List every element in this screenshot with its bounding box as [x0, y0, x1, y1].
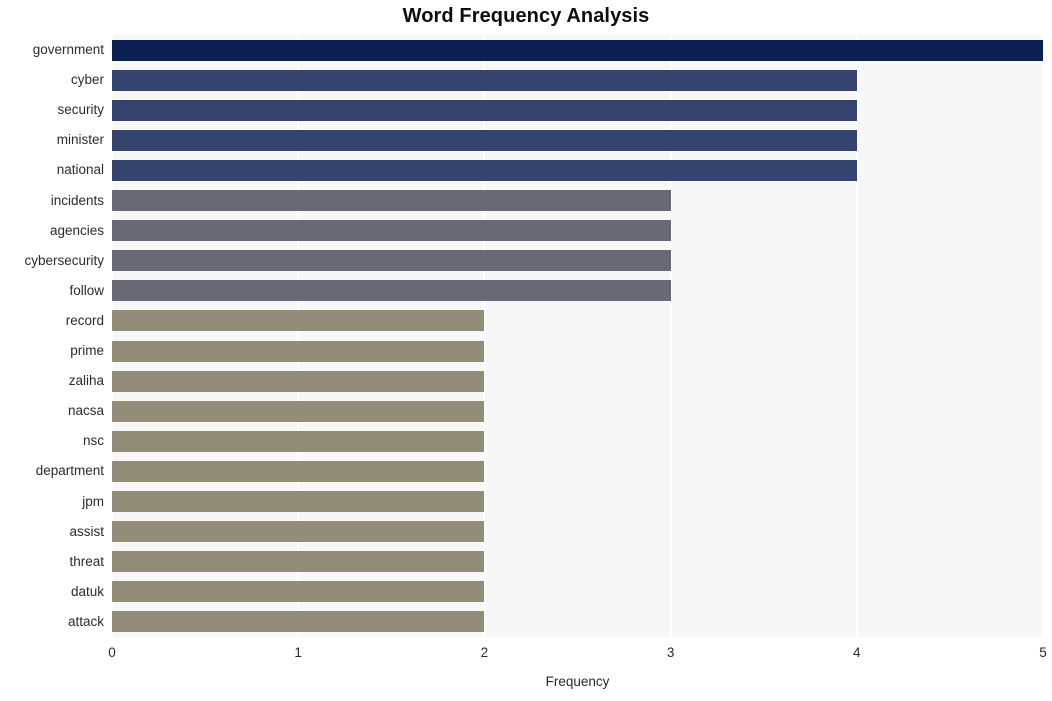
x-tick-label-5: 5 — [1039, 645, 1047, 660]
bar-row — [112, 216, 1043, 246]
x-axis-tick-labels: 0 1 2 3 4 5 — [0, 645, 1052, 665]
y-axis-tick-labels: government cyber security minister national i… — [0, 35, 104, 637]
bar — [112, 521, 485, 543]
y-tick-label-security: security — [57, 102, 104, 118]
y-tick-label-follow: follow — [69, 282, 104, 298]
y-tick-label-assist: assist — [69, 523, 104, 539]
bar — [112, 581, 485, 603]
bar — [112, 611, 485, 633]
bar-row — [112, 547, 1043, 577]
x-tick-label-4: 4 — [853, 645, 861, 660]
y-tick-label-nsc: nsc — [82, 433, 104, 449]
y-tick-label-national: national — [56, 162, 104, 178]
bar — [112, 491, 485, 513]
bar-row — [112, 607, 1043, 637]
x-tick-label-3: 3 — [666, 645, 675, 660]
bar — [112, 129, 857, 151]
plot-area — [111, 35, 1044, 637]
bar — [112, 370, 485, 392]
y-tick-label-cyber: cyber — [70, 72, 104, 88]
y-tick-label-threat: threat — [69, 553, 104, 569]
chart-figure: Word Frequency Analysis government cyber s… — [0, 0, 1052, 701]
bar — [112, 430, 485, 452]
bar-row — [112, 276, 1043, 306]
bar-row — [112, 577, 1043, 607]
bar-row — [112, 125, 1043, 155]
bar-row — [112, 396, 1043, 426]
x-tick-label-1: 1 — [294, 645, 302, 660]
bar — [112, 159, 857, 181]
bar-row — [112, 517, 1043, 547]
y-tick-label-cybersecurity: cybersecurity — [24, 252, 104, 268]
chart-title: Word Frequency Analysis — [402, 5, 650, 27]
bar — [112, 69, 857, 91]
bar — [112, 190, 671, 212]
bar — [112, 400, 485, 422]
bars-layer — [112, 35, 1043, 637]
bar — [112, 310, 485, 332]
bar — [112, 551, 485, 573]
y-tick-label-nacsa: nacsa — [67, 403, 104, 419]
y-tick-label-zaliha: zaliha — [68, 373, 104, 389]
bar — [112, 39, 1043, 61]
bar — [112, 280, 671, 302]
bar-row — [112, 426, 1043, 456]
bar-row — [112, 336, 1043, 366]
y-tick-label-department: department — [35, 463, 104, 479]
x-tick-label-0: 0 — [108, 645, 116, 660]
bar-row — [112, 306, 1043, 336]
y-tick-label-prime: prime — [70, 343, 104, 358]
y-tick-label-record: record — [65, 312, 104, 328]
bar-row — [112, 35, 1043, 65]
bar-row — [112, 186, 1043, 216]
y-tick-label-incidents: incidents — [50, 192, 104, 208]
y-tick-label-datuk: datuk — [70, 583, 104, 599]
bar-row — [112, 246, 1043, 276]
bar-row — [112, 155, 1043, 185]
y-tick-label-agencies: agencies — [49, 222, 104, 238]
x-axis-label: Frequency — [545, 674, 610, 689]
y-tick-label-jpm: jpm — [82, 493, 104, 509]
bar — [112, 340, 485, 362]
x-tick-label-2: 2 — [480, 645, 489, 660]
bar-row — [112, 366, 1043, 396]
bar — [112, 460, 485, 482]
bar — [112, 220, 671, 242]
y-tick-label-minister: minister — [56, 132, 104, 148]
bar-row — [112, 95, 1043, 125]
bar-row — [112, 487, 1043, 517]
bar — [112, 99, 857, 121]
bar — [112, 250, 671, 272]
bar-row — [112, 456, 1043, 486]
y-tick-label-government: government — [32, 42, 104, 57]
y-tick-label-attack: attack — [67, 613, 104, 629]
bar-row — [112, 65, 1043, 95]
